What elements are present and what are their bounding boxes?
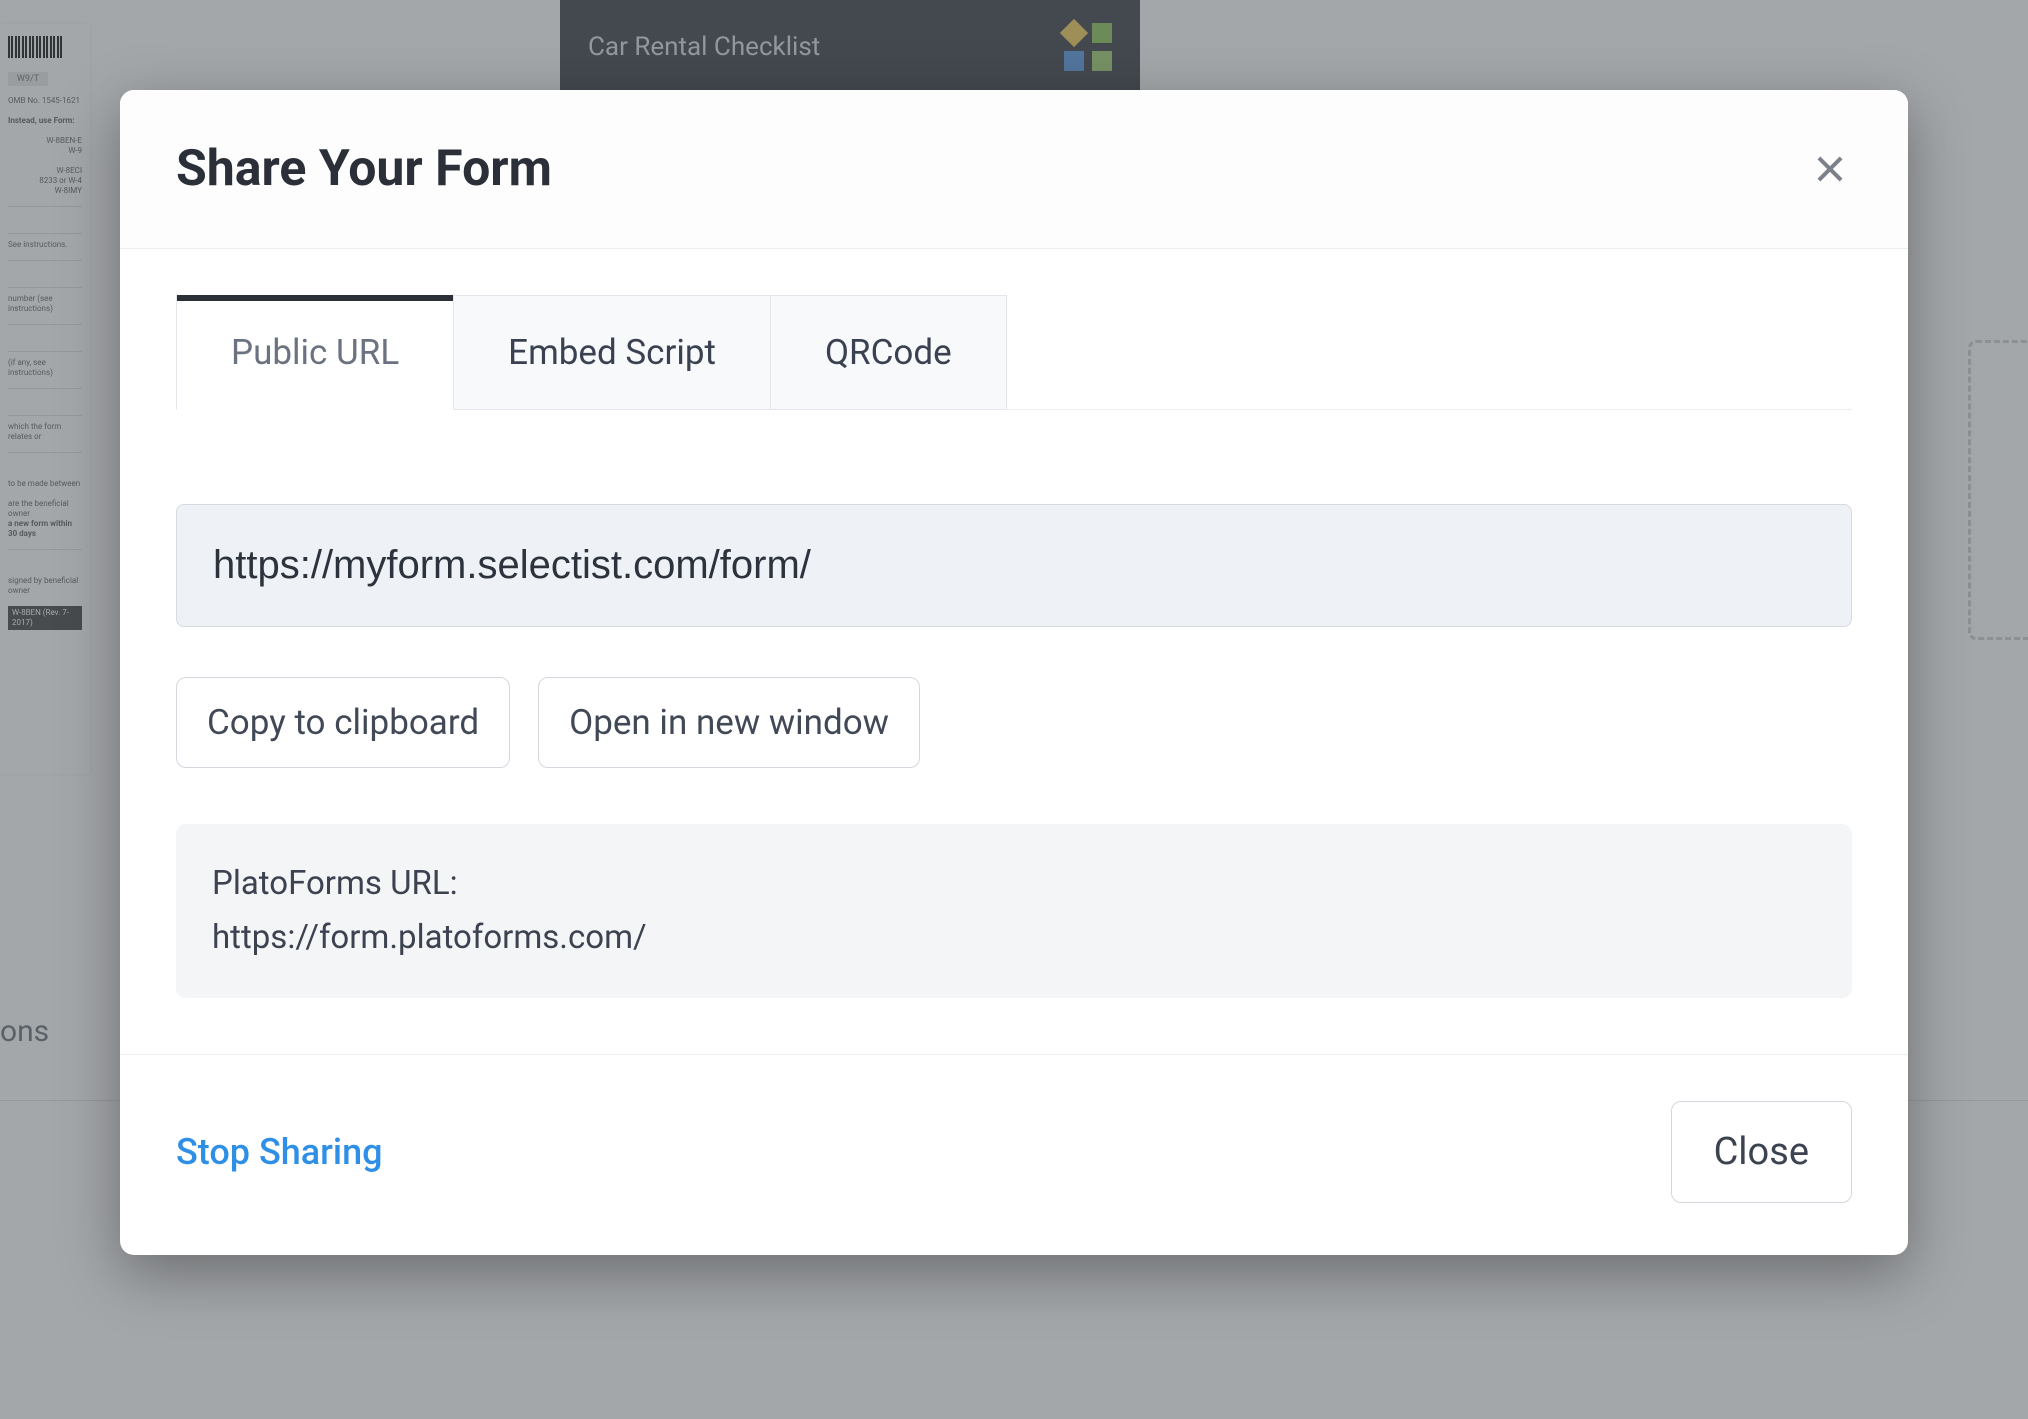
url-actions: Copy to clipboard Open in new window — [176, 677, 1852, 768]
stop-sharing-link[interactable]: Stop Sharing — [176, 1131, 383, 1173]
open-new-window-button[interactable]: Open in new window — [538, 677, 920, 768]
tab-label: Embed Script — [508, 332, 716, 373]
modal-footer: Stop Sharing Close — [120, 1054, 1908, 1255]
close-icon[interactable] — [1808, 147, 1852, 191]
public-url-input[interactable] — [176, 504, 1852, 627]
info-value: https://form.platoforms.com/ — [212, 914, 1816, 962]
platoforms-url-info: PlatoForms URL: https://form.platoforms.… — [176, 824, 1852, 998]
share-form-modal: Share Your Form Public URL Embed Script … — [120, 90, 1908, 1255]
info-label: PlatoForms URL: — [212, 860, 1816, 908]
modal-header: Share Your Form — [120, 90, 1908, 249]
copy-to-clipboard-button[interactable]: Copy to clipboard — [176, 677, 510, 768]
share-tabs: Public URL Embed Script QRCode — [176, 295, 1852, 410]
tab-public-url[interactable]: Public URL — [176, 295, 454, 410]
tab-qrcode[interactable]: QRCode — [771, 295, 1007, 410]
modal-body: Public URL Embed Script QRCode Copy to c… — [120, 249, 1908, 1054]
tab-label: Public URL — [231, 332, 399, 373]
tab-label: QRCode — [825, 332, 952, 373]
modal-title: Share Your Form — [176, 140, 552, 198]
tab-embed-script[interactable]: Embed Script — [454, 295, 771, 410]
close-button[interactable]: Close — [1671, 1101, 1852, 1203]
